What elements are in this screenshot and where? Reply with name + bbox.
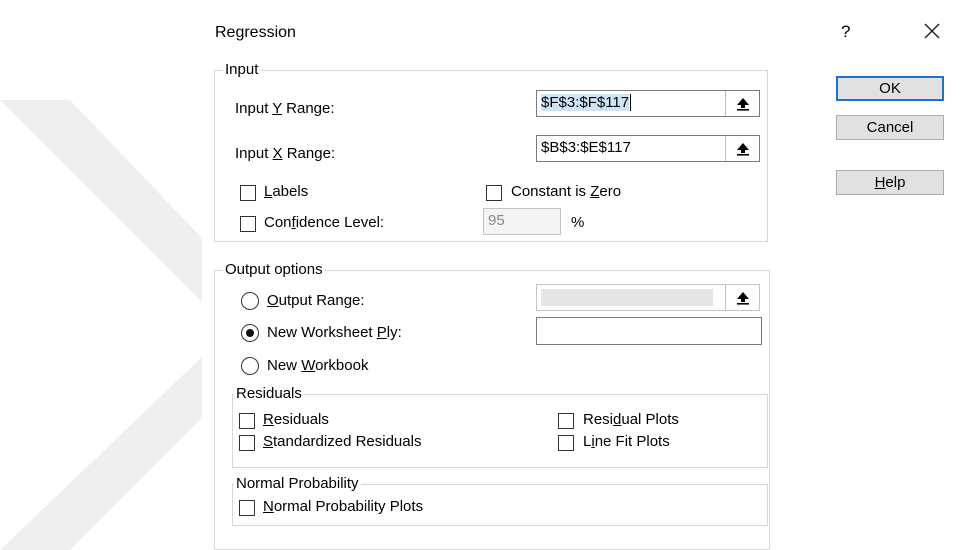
input-x-range-label: Input X Range: — [235, 145, 336, 162]
line-fit-plots-label: Line Fit Plots — [583, 433, 670, 450]
residuals-group — [232, 394, 768, 468]
input-y-range-label: Input Y Range: — [235, 100, 335, 117]
constant-is-zero-label: Constant is Zero — [511, 183, 622, 200]
input-x-range-field[interactable]: $B$3:$E$117 — [536, 135, 760, 162]
normal-probability-plots-checkbox[interactable] — [239, 500, 255, 516]
collapse-range-arrow-icon[interactable] — [725, 136, 759, 161]
regression-dialog: Regression ? Input Input Y Range: $F$3:$… — [202, 10, 954, 550]
confidence-level-checkbox[interactable] — [240, 216, 256, 232]
help-button[interactable]: Help — [836, 170, 944, 195]
cancel-button[interactable]: Cancel — [836, 115, 944, 140]
collapse-range-arrow-icon[interactable] — [725, 91, 759, 116]
collapse-range-arrow-icon[interactable] — [725, 285, 759, 310]
dialog-title: Regression — [215, 24, 296, 41]
confidence-level-field[interactable]: 95 — [483, 208, 561, 235]
line-fit-plots-checkbox[interactable] — [558, 435, 574, 451]
output-range-field[interactable] — [536, 284, 760, 311]
new-worksheet-ply-label: New Worksheet Ply: — [267, 324, 402, 341]
input-group-label: Input — [223, 61, 261, 78]
residuals-label: Residuals — [263, 411, 329, 428]
close-icon[interactable] — [920, 16, 944, 44]
output-range-radio[interactable] — [241, 292, 259, 310]
dialog-help-button[interactable]: ? — [841, 22, 850, 42]
new-workbook-label: New Workbook — [267, 357, 369, 374]
standardized-residuals-label: Standardized Residuals — [263, 433, 422, 450]
ok-button[interactable]: OK — [836, 76, 944, 101]
constant-is-zero-checkbox[interactable] — [486, 185, 502, 201]
residuals-checkbox[interactable] — [239, 413, 255, 429]
residual-plots-checkbox[interactable] — [558, 413, 574, 429]
input-y-range-value: $F$3:$F$117 — [541, 94, 630, 111]
residuals-group-label: Residuals — [234, 385, 304, 402]
output-range-label: Output Range: — [267, 292, 365, 309]
labels-label: Labels — [264, 183, 309, 200]
standardized-residuals-checkbox[interactable] — [239, 435, 255, 451]
normal-probability-plots-label: Normal Probability Plots — [263, 498, 424, 515]
input-x-range-value: $B$3:$E$117 — [541, 139, 631, 156]
residual-plots-label: Residual Plots — [583, 411, 679, 428]
new-workbook-radio[interactable] — [241, 357, 259, 375]
input-y-range-field[interactable]: $F$3:$F$117 — [536, 90, 760, 117]
new-worksheet-ply-field[interactable] — [536, 317, 762, 345]
labels-checkbox[interactable] — [240, 185, 256, 201]
new-worksheet-ply-radio[interactable] — [241, 324, 259, 342]
percent-label: % — [571, 214, 585, 231]
confidence-level-label: Confidence Level: — [264, 214, 385, 231]
output-options-label: Output options — [223, 261, 325, 278]
confidence-level-value: 95 — [488, 212, 505, 229]
normal-probability-group-label: Normal Probability — [234, 475, 361, 492]
